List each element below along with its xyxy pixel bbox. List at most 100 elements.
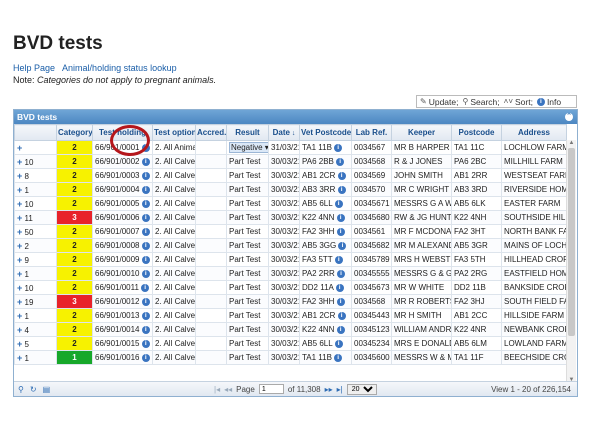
info-icon[interactable]: i — [337, 185, 346, 194]
result-select[interactable]: Negative ▾ — [229, 142, 268, 153]
col-header-test-holding[interactable]: Test holding — [92, 124, 153, 141]
table-row[interactable]: + 1 1 66/901/0016 i 2. All Calves Part Test 3… — [14, 350, 567, 365]
info-icon[interactable]: i — [337, 311, 346, 320]
info-icon[interactable]: i — [141, 171, 150, 180]
update-button[interactable]: ✎ Update; — [420, 97, 458, 107]
table-row[interactable]: + 1 2 66/901/0013 i 2. All Calves Part Test 3… — [14, 308, 567, 323]
search-button[interactable]: ⚲ Search; — [462, 97, 499, 107]
scroll-thumb[interactable] — [568, 148, 575, 336]
export-icon[interactable]: ▤ — [43, 385, 51, 394]
info-icon[interactable]: i — [141, 143, 150, 152]
expand-cell[interactable]: + 1 — [14, 266, 57, 281]
col-header-postcode[interactable]: Postcode — [451, 124, 502, 141]
expand-icon[interactable]: + — [17, 241, 22, 251]
expand-icon[interactable]: + — [17, 199, 22, 209]
scroll-up-icon[interactable]: ▲ — [568, 140, 575, 147]
expand-cell[interactable]: + — [14, 140, 57, 155]
info-icon[interactable]: i — [337, 171, 346, 180]
info-icon[interactable]: i — [334, 143, 343, 152]
expand-cell[interactable]: + 50 — [14, 224, 57, 239]
expand-icon[interactable]: + — [17, 353, 22, 363]
info-icon[interactable]: i — [334, 353, 343, 362]
table-row[interactable]: + 266/901/0001 i2. All AnimalsNegative ▾… — [14, 140, 567, 155]
expand-cell[interactable]: + 10 — [14, 280, 57, 295]
expand-cell[interactable]: + 4 — [14, 322, 57, 337]
info-icon[interactable]: i — [141, 199, 150, 208]
table-row[interactable]: + 10 2 66/901/0005 i 2. All Calves Part Test… — [14, 196, 567, 211]
info-icon[interactable]: i — [336, 325, 345, 334]
info-icon[interactable]: i — [336, 297, 345, 306]
info-icon[interactable]: i — [141, 255, 150, 264]
info-icon[interactable]: i — [141, 269, 150, 278]
table-row[interactable]: + 10 2 66/901/0002 i 2. All Calves Part Test… — [14, 154, 567, 169]
collapse-icon[interactable]: ⌃ — [565, 113, 573, 121]
expand-icon[interactable]: + — [17, 325, 22, 335]
table-row[interactable]: + 1 2 66/901/0004 i 2. All Calves Part Test 3… — [14, 182, 567, 197]
help-page-link[interactable]: Help Page — [13, 63, 55, 73]
info-button[interactable]: i Info — [536, 97, 561, 107]
next-page-icon[interactable]: ▸▸ — [325, 385, 333, 394]
expand-icon[interactable]: + — [17, 297, 22, 307]
expand-cell[interactable]: + 1 — [14, 182, 57, 197]
info-icon[interactable]: i — [141, 241, 150, 250]
table-row[interactable]: + 19 3 66/901/0012 i 2. All Calves Part Test… — [14, 294, 567, 309]
status-lookup-link[interactable]: Animal/holding status lookup — [62, 63, 177, 73]
info-icon[interactable]: i — [334, 255, 343, 264]
col-header-category[interactable]: Category — [56, 124, 93, 141]
table-row[interactable]: + 50 2 66/901/0007 i 2. All Calves Part Test… — [14, 224, 567, 239]
expand-icon[interactable]: + — [17, 339, 22, 349]
expand-cell[interactable]: + 1 — [14, 350, 57, 365]
info-icon[interactable]: i — [141, 157, 150, 166]
expand-cell[interactable]: + 2 — [14, 238, 57, 253]
col-header-keeper[interactable]: Keeper — [391, 124, 452, 141]
search-icon[interactable]: ⚲ — [18, 385, 24, 394]
info-icon[interactable]: i — [141, 297, 150, 306]
expand-icon[interactable]: + — [17, 185, 22, 195]
expand-icon[interactable]: + — [17, 269, 22, 279]
info-icon[interactable]: i — [141, 325, 150, 334]
expand-icon[interactable]: + — [17, 157, 22, 167]
table-row[interactable]: + 4 2 66/901/0014 i 2. All Calves Part Test 3… — [14, 322, 567, 337]
expand-icon[interactable]: + — [17, 213, 22, 223]
result-cell[interactable]: Negative ▾ — [226, 140, 269, 155]
info-icon[interactable]: i — [141, 227, 150, 236]
info-icon[interactable]: i — [338, 241, 347, 250]
info-icon[interactable]: i — [141, 185, 150, 194]
expand-cell[interactable]: + 10 — [14, 196, 57, 211]
expand-cell[interactable]: + 19 — [14, 294, 57, 309]
table-row[interactable]: + 1 2 66/901/0010 i 2. All Calves Part Test 3… — [14, 266, 567, 281]
expand-cell[interactable]: + 5 — [14, 336, 57, 351]
col-header-accred[interactable]: Accred. — [195, 124, 227, 141]
expand-cell[interactable]: + 8 — [14, 168, 57, 183]
table-row[interactable]: + 8 2 66/901/0003 i 2. All Calves Part Test 3… — [14, 168, 567, 183]
info-icon[interactable]: i — [141, 311, 150, 320]
table-row[interactable]: + 11 3 66/901/0006 i 2. All Calves Part Test… — [14, 210, 567, 225]
sort-button[interactable]: ˄˅ Sort; — [504, 97, 533, 107]
col-header-lab-ref[interactable]: Lab Ref. — [351, 124, 392, 141]
info-icon[interactable]: i — [336, 227, 345, 236]
expand-icon[interactable]: + — [17, 255, 22, 265]
rows-per-page-select[interactable]: 20 — [346, 383, 377, 395]
expand-cell[interactable]: + 9 — [14, 252, 57, 267]
info-icon[interactable]: i — [141, 283, 150, 292]
table-row[interactable]: + 2 2 66/901/0008 i 2. All Calves Part Test 3… — [14, 238, 567, 253]
refresh-icon[interactable]: ↻ — [30, 385, 37, 394]
info-icon[interactable]: i — [141, 339, 150, 348]
prev-page-icon[interactable]: ◂◂ — [224, 385, 232, 394]
info-icon[interactable]: i — [335, 283, 344, 292]
col-header-result[interactable]: Result — [226, 124, 269, 141]
expand-icon[interactable]: + — [17, 227, 22, 237]
info-icon[interactable]: i — [336, 157, 345, 166]
info-icon[interactable]: i — [334, 339, 343, 348]
table-row[interactable]: + 10 2 66/901/0011 i 2. All Calves Part Test… — [14, 280, 567, 295]
first-page-icon[interactable]: |◂ — [214, 385, 220, 394]
info-icon[interactable]: i — [141, 213, 150, 222]
table-row[interactable]: + 5 2 66/901/0015 i 2. All Calves Part Test 3… — [14, 336, 567, 351]
expand-icon[interactable]: + — [17, 311, 22, 321]
info-icon[interactable]: i — [334, 199, 343, 208]
expand-icon[interactable]: + — [17, 283, 22, 293]
info-icon[interactable]: i — [336, 213, 345, 222]
info-icon[interactable]: i — [337, 269, 345, 278]
table-row[interactable]: + 9 2 66/901/0009 i 2. All Calves Part Test 3… — [14, 252, 567, 267]
expand-cell[interactable]: + 10 — [14, 154, 57, 169]
